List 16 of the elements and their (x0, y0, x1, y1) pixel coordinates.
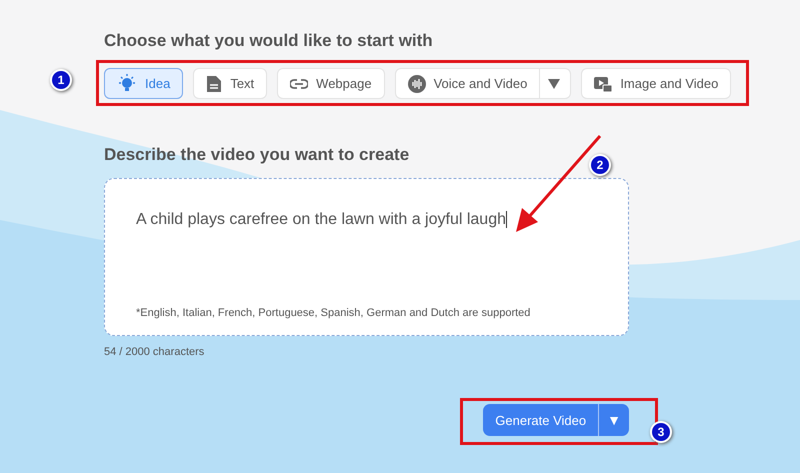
option-button[interactable]: Voice and Video (394, 68, 572, 99)
description-field[interactable]: A child plays carefree on the lawn with a joyful laugh *English, Italian, French, Portuguese, Spanish, German and Dutch are supported (104, 178, 629, 336)
character-counter: 54 / 2000 characters (104, 346, 206, 358)
section-title: Choose what you would like to start with (104, 30, 433, 52)
dropdown-button[interactable]: ▼ (598, 404, 629, 436)
language-note: *English, Italian, French, Portuguese, Spanish, German and Dutch are supported (136, 307, 532, 319)
option-button[interactable]: Image and Video (581, 68, 732, 99)
step-number-badge: 2 (591, 156, 609, 174)
generate-video-button[interactable]: Generate Video (483, 404, 598, 436)
step-number-badge: 1 (52, 71, 70, 89)
description-text: A child plays carefree on the lawn with a joyful laugh (136, 211, 508, 229)
step-number-badge: 3 (652, 423, 670, 441)
section-title: Describe the video you want to create (104, 144, 410, 166)
option-button[interactable]: Webpage (277, 68, 385, 99)
option-button[interactable]: Idea (104, 68, 184, 99)
option-button[interactable]: Text (193, 68, 268, 99)
